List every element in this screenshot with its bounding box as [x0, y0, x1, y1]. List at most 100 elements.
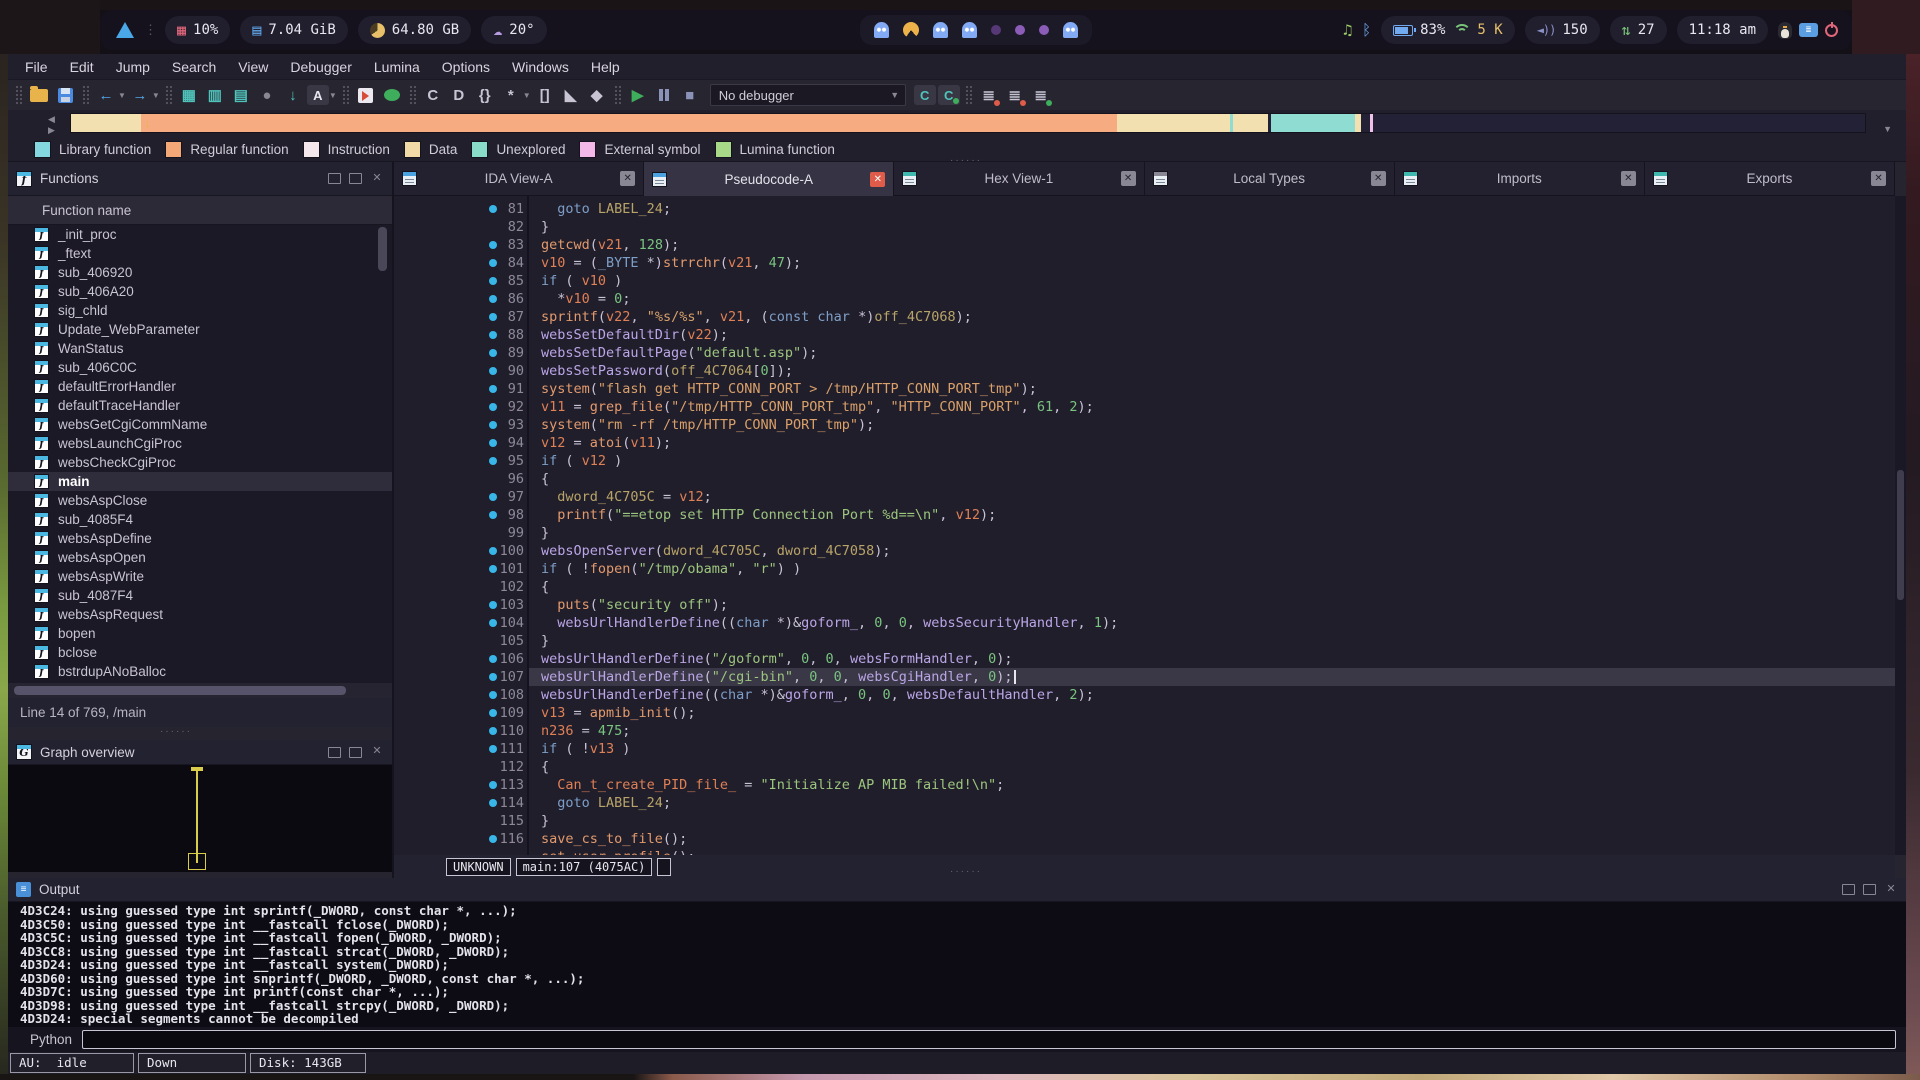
code-line-100[interactable]: 100websOpenServer(dword_4C705C, dword_4C… — [394, 542, 1895, 560]
output-close-button[interactable]: ✕ — [1884, 884, 1898, 896]
function-row[interactable]: fmain — [8, 472, 392, 491]
power-icon[interactable] — [1825, 24, 1838, 37]
navband-segment-2[interactable] — [1117, 114, 1230, 132]
navigation-band[interactable]: ↓ — [70, 113, 1866, 133]
python-input[interactable] — [82, 1030, 1896, 1049]
function-row[interactable]: fwebsAspClose — [8, 491, 392, 510]
code-line-94[interactable]: 94v12 = atoi(v11); — [394, 434, 1895, 452]
text-style-icon[interactable]: A — [307, 85, 329, 105]
open-file-icon[interactable] — [27, 83, 51, 107]
function-row[interactable]: fsub_406920 — [8, 263, 392, 282]
tab-close-icon[interactable]: ✕ — [620, 171, 635, 186]
wifi-icon[interactable] — [1452, 24, 1470, 37]
graph-maximize-button[interactable] — [349, 747, 362, 758]
workspace-ghost-icon[interactable] — [874, 22, 889, 38]
code-line-96[interactable]: 96{ — [394, 470, 1895, 488]
comment-icon[interactable]: ● — [255, 83, 279, 107]
tab-close-icon[interactable]: ✕ — [1371, 171, 1386, 186]
function-row[interactable]: fwebsAspDefine — [8, 529, 392, 548]
navband-segment-10[interactable] — [1373, 114, 1865, 132]
tab-ida-view-a[interactable]: IDA View-A✕ — [394, 162, 644, 196]
function-row[interactable]: f_ftext — [8, 244, 392, 263]
function-row[interactable]: fbopen — [8, 624, 392, 643]
arch-linux-icon[interactable] — [116, 22, 134, 38]
braces-icon[interactable]: {} — [473, 83, 497, 107]
code-line-113[interactable]: 113 Can_t_create_PID_file_ = "Initialize… — [394, 776, 1895, 794]
menu-dots-icon[interactable]: ⋮ — [144, 23, 155, 38]
splitter-handle-bottom[interactable]: ······ — [950, 866, 982, 877]
diamond-icon[interactable]: ◆ — [585, 83, 609, 107]
lumina-icon[interactable] — [380, 83, 404, 107]
code-line-93[interactable]: 93system("rm -rf /tmp/HTTP_CONN_PORT_tmp… — [394, 416, 1895, 434]
workspace-dot-icon[interactable] — [991, 25, 1001, 35]
navband-segment-4[interactable] — [1233, 114, 1267, 132]
pause-process-icon[interactable] — [652, 83, 676, 107]
back-icon-dropdown-icon[interactable]: ▼ — [118, 91, 126, 100]
polygon-icon[interactable]: ◣ — [559, 83, 583, 107]
output-maximize-button[interactable] — [1863, 884, 1876, 895]
functions-horizontal-scrollbar[interactable] — [8, 683, 392, 698]
code-line-89[interactable]: 89websSetDefaultPage("default.asp"); — [394, 344, 1895, 362]
code-line-81[interactable]: 81 goto LABEL_24; — [394, 200, 1895, 218]
start-process-icon[interactable]: ▶ — [626, 83, 650, 107]
code-line-112[interactable]: 112{ — [394, 758, 1895, 776]
menu-view[interactable]: View — [229, 56, 277, 78]
function-row[interactable]: fdefaultErrorHandler — [8, 377, 392, 396]
navband-segment-1[interactable] — [141, 114, 1117, 132]
menu-lumina[interactable]: Lumina — [365, 56, 429, 78]
code-line-105[interactable]: 105} — [394, 632, 1895, 650]
code-line-87[interactable]: 87sprintf(v22, "%s/%s", v21, (const char… — [394, 308, 1895, 326]
code-line-84[interactable]: 84v10 = (_BYTE *)strrchr(v21, 47); — [394, 254, 1895, 272]
functions-vertical-scrollbar[interactable] — [378, 227, 387, 271]
function-row[interactable]: fwebsGetCgiCommName — [8, 415, 392, 434]
code-line-90[interactable]: 90websSetPassword(off_4C7064[0]); — [394, 362, 1895, 380]
function-row[interactable]: fwebsAspWrite — [8, 567, 392, 586]
code-line-partial[interactable]: set_user_profile(); — [394, 848, 1895, 855]
code-line-85[interactable]: 85if ( v10 ) — [394, 272, 1895, 290]
function-row[interactable]: fwebsAspRequest — [8, 605, 392, 624]
output-float-button[interactable] — [1842, 884, 1855, 895]
create-data-icon[interactable]: D — [447, 83, 471, 107]
code-line-82[interactable]: 82} — [394, 218, 1895, 236]
bluetooth-icon[interactable]: ᛒ — [1362, 23, 1371, 38]
code-line-99[interactable]: 99} — [394, 524, 1895, 542]
workspace-dot-icon[interactable] — [1039, 25, 1049, 35]
tab-exports[interactable]: Exports✕ — [1645, 162, 1895, 196]
forward-icon-dropdown-icon[interactable]: ▼ — [152, 91, 160, 100]
jump-icon[interactable]: ↓ — [281, 83, 305, 107]
navband-scroll-right-icon[interactable]: ▶ — [48, 125, 55, 136]
code-line-108[interactable]: 108websUrlHandlerDefine((char *)&goform_… — [394, 686, 1895, 704]
function-row[interactable]: fsub_406C0C — [8, 358, 392, 377]
save-icon[interactable] — [53, 83, 77, 107]
functions-float-button[interactable] — [328, 173, 341, 184]
functions-close-button[interactable]: ✕ — [370, 173, 384, 185]
navband-scroll-left-icon[interactable]: ◀ — [48, 114, 55, 125]
navband-segment-8[interactable] — [1361, 114, 1370, 132]
graph-view-rect[interactable] — [188, 853, 206, 870]
text-style-icon-dropdown-icon[interactable]: ▼ — [329, 91, 337, 100]
function-row[interactable]: fsub_4085F4 — [8, 510, 392, 529]
workspace-ghost-icon[interactable] — [1063, 22, 1078, 38]
speaker-icon[interactable]: ◄)) — [1537, 23, 1556, 37]
add-breakpoint-icon[interactable]: ≣ — [1003, 83, 1027, 107]
function-row[interactable]: fsub_4087F4 — [8, 586, 392, 605]
watch-list-icon[interactable]: ≣ — [1029, 83, 1053, 107]
continue-icon[interactable]: C — [938, 85, 960, 105]
battery-icon[interactable] — [1393, 25, 1413, 36]
code-line-88[interactable]: 88websSetDefaultDir(v22); — [394, 326, 1895, 344]
breakpoint-list-icon[interactable]: ≣ — [977, 83, 1001, 107]
function-row[interactable]: fWanStatus — [8, 339, 392, 358]
code-vertical-scrollbar[interactable] — [1895, 196, 1906, 855]
create-struct-icon[interactable]: C — [421, 83, 445, 107]
code-line-107[interactable]: 107websUrlHandlerDefine("/cgi-bin", 0, 0… — [394, 668, 1895, 686]
function-row[interactable]: fbstrdupANoBalloc — [8, 662, 392, 681]
back-icon[interactable]: ← — [94, 83, 118, 107]
forward-icon[interactable]: → — [128, 83, 152, 107]
function-row[interactable]: fUpdate_WebParameter — [8, 320, 392, 339]
penguin-icon[interactable] — [1778, 22, 1792, 39]
function-row[interactable]: f_init_proc — [8, 225, 392, 244]
code-line-102[interactable]: 102{ — [394, 578, 1895, 596]
string-literal-icon[interactable]: * — [499, 83, 523, 107]
pseudocode-view[interactable]: 81 goto LABEL_24;82}83getcwd(v21, 128);8… — [394, 196, 1895, 855]
code-line-92[interactable]: 92v11 = grep_file("/tmp/HTTP_CONN_PORT_t… — [394, 398, 1895, 416]
